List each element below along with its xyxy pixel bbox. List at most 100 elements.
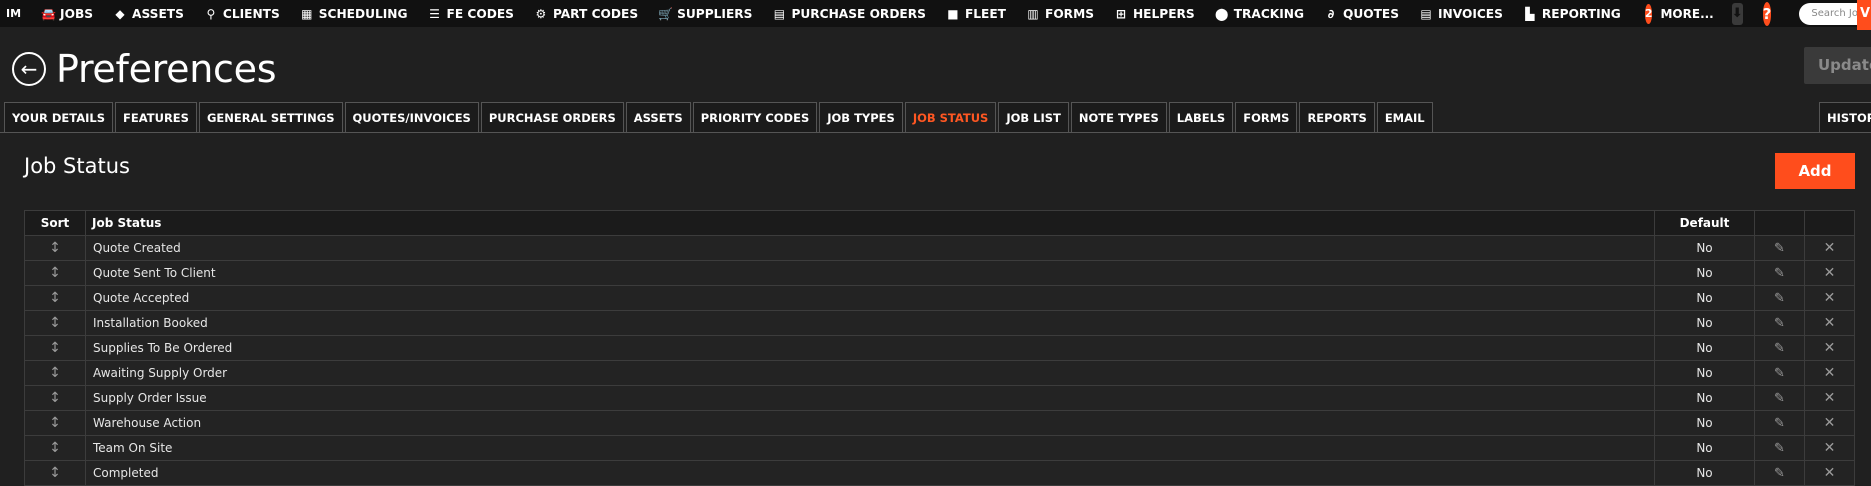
sort-handle-icon[interactable]: ↕	[49, 365, 61, 381]
edit-cell[interactable]: ✎	[1754, 285, 1805, 311]
nav-item-jobs[interactable]: 🚘 JOBS	[31, 0, 103, 27]
nav-item-fleet[interactable]: ■ FLEET	[936, 0, 1016, 27]
tab-priority-codes[interactable]: PRIORITY CODES	[692, 102, 818, 133]
update-button[interactable]: Update	[1804, 47, 1871, 84]
nav-item-clients[interactable]: ⚲ CLIENTS	[194, 0, 290, 27]
tab-email[interactable]: EMAIL	[1376, 102, 1433, 133]
delete-icon[interactable]: ✕	[1824, 290, 1836, 306]
delete-cell[interactable]: ✕	[1804, 360, 1855, 386]
edit-icon[interactable]: ✎	[1774, 266, 1785, 281]
tab-general-settings[interactable]: GENERAL SETTINGS	[198, 102, 343, 133]
edit-cell[interactable]: ✎	[1754, 410, 1805, 436]
edit-icon[interactable]: ✎	[1774, 391, 1785, 406]
tab-job-list[interactable]: JOB LIST	[998, 102, 1069, 133]
delete-cell[interactable]: ✕	[1804, 285, 1855, 311]
delete-icon[interactable]: ✕	[1824, 340, 1836, 356]
right-edge-button[interactable]: V	[1857, 0, 1871, 30]
delete-icon[interactable]: ✕	[1824, 465, 1836, 481]
delete-icon[interactable]: ✕	[1824, 415, 1836, 431]
tab-job-types[interactable]: JOB TYPES	[819, 102, 903, 133]
nav-item-scheduling[interactable]: ▦ SCHEDULING	[290, 0, 418, 27]
delete-cell[interactable]: ✕	[1804, 410, 1855, 436]
delete-cell[interactable]: ✕	[1804, 235, 1855, 261]
sort-handle-icon[interactable]: ↕	[49, 390, 61, 406]
tab-your-details[interactable]: YOUR DETAILS	[4, 102, 114, 133]
edit-icon[interactable]: ✎	[1774, 341, 1785, 356]
delete-icon[interactable]: ✕	[1824, 315, 1836, 331]
edit-icon[interactable]: ✎	[1774, 416, 1785, 431]
sort-handle-icon[interactable]: ↕	[49, 415, 61, 431]
sort-cell[interactable]: ↕	[24, 235, 86, 261]
nav-item-assets[interactable]: ◆ ASSETS	[103, 0, 194, 27]
sort-handle-icon[interactable]: ↕	[49, 290, 61, 306]
edit-icon[interactable]: ✎	[1774, 291, 1785, 306]
delete-icon[interactable]: ✕	[1824, 390, 1836, 406]
delete-icon[interactable]: ✕	[1824, 440, 1836, 456]
nav-item-part-codes[interactable]: ⚙ PART CODES	[524, 0, 648, 27]
sort-handle-icon[interactable]: ↕	[49, 440, 61, 456]
nav-item-quotes[interactable]: ∂ QUOTES	[1314, 0, 1409, 27]
default-cell: No	[1654, 310, 1755, 336]
nav-item-fe-codes[interactable]: ☰ FE CODES	[418, 0, 524, 27]
tab-forms[interactable]: FORMS	[1235, 102, 1298, 133]
delete-icon[interactable]: ✕	[1824, 365, 1836, 381]
nav-item-tracking[interactable]: ⬤ TRACKING	[1205, 0, 1314, 27]
more-menu-button[interactable]: MORE...	[1652, 7, 1713, 21]
edit-cell[interactable]: ✎	[1754, 435, 1805, 461]
sort-handle-icon[interactable]: ↕	[49, 465, 61, 481]
edit-icon[interactable]: ✎	[1774, 466, 1785, 481]
tab-note-types[interactable]: NOTE TYPES	[1070, 102, 1167, 133]
sort-cell[interactable]: ↕	[24, 385, 86, 411]
tab-job-status[interactable]: JOB STATUS	[904, 102, 997, 133]
nav-item-reporting[interactable]: ▙ REPORTING	[1513, 0, 1631, 27]
sort-handle-icon[interactable]: ↕	[49, 315, 61, 331]
back-arrow-icon[interactable]: ←	[12, 52, 46, 86]
sort-cell[interactable]: ↕	[24, 310, 86, 336]
edit-icon[interactable]: ✎	[1774, 241, 1785, 256]
sort-handle-icon[interactable]: ↕	[49, 265, 61, 281]
help-button[interactable]: ?	[1762, 1, 1772, 26]
tab-purchase-orders[interactable]: PURCHASE ORDERS	[480, 102, 624, 133]
tab-history[interactable]: HISTORY	[1819, 102, 1871, 133]
edit-cell[interactable]: ✎	[1754, 235, 1805, 261]
nav-item-invoices[interactable]: ▤ INVOICES	[1409, 0, 1513, 27]
edit-cell[interactable]: ✎	[1754, 260, 1805, 286]
nav-brand[interactable]: IM	[0, 7, 31, 20]
delete-cell[interactable]: ✕	[1804, 435, 1855, 461]
nav-item-suppliers[interactable]: 🛒 SUPPLIERS	[648, 0, 762, 27]
delete-icon[interactable]: ✕	[1824, 240, 1836, 256]
download-icon[interactable]: ⬇	[1731, 2, 1743, 25]
sort-cell[interactable]: ↕	[24, 260, 86, 286]
tab-reports[interactable]: REPORTS	[1299, 102, 1375, 133]
delete-cell[interactable]: ✕	[1804, 460, 1855, 486]
sort-cell[interactable]: ↕	[24, 460, 86, 486]
delete-cell[interactable]: ✕	[1804, 385, 1855, 411]
tab-assets[interactable]: ASSETS	[625, 102, 691, 133]
sort-cell[interactable]: ↕	[24, 435, 86, 461]
sort-cell[interactable]: ↕	[24, 335, 86, 361]
tab-labels[interactable]: LABELS	[1168, 102, 1234, 133]
tab-features[interactable]: FEATURES	[115, 102, 197, 133]
edit-icon[interactable]: ✎	[1774, 366, 1785, 381]
edit-cell[interactable]: ✎	[1754, 460, 1805, 486]
delete-cell[interactable]: ✕	[1804, 335, 1855, 361]
edit-cell[interactable]: ✎	[1754, 335, 1805, 361]
edit-icon[interactable]: ✎	[1774, 441, 1785, 456]
sort-cell[interactable]: ↕	[24, 360, 86, 386]
delete-cell[interactable]: ✕	[1804, 260, 1855, 286]
sort-cell[interactable]: ↕	[24, 285, 86, 311]
nav-item-forms[interactable]: ▥ FORMS	[1016, 0, 1104, 27]
edit-cell[interactable]: ✎	[1754, 385, 1805, 411]
nav-item-helpers[interactable]: ⊞ HELPERS	[1104, 0, 1205, 27]
tab-quotes-invoices[interactable]: QUOTES/INVOICES	[344, 102, 479, 133]
sort-handle-icon[interactable]: ↕	[49, 340, 61, 356]
add-button[interactable]: Add	[1775, 153, 1855, 189]
edit-cell[interactable]: ✎	[1754, 360, 1805, 386]
delete-icon[interactable]: ✕	[1824, 265, 1836, 281]
delete-cell[interactable]: ✕	[1804, 310, 1855, 336]
edit-icon[interactable]: ✎	[1774, 316, 1785, 331]
sort-cell[interactable]: ↕	[24, 410, 86, 436]
sort-handle-icon[interactable]: ↕	[49, 240, 61, 256]
edit-cell[interactable]: ✎	[1754, 310, 1805, 336]
nav-item-purchase-orders[interactable]: ▤ PURCHASE ORDERS	[762, 0, 936, 27]
